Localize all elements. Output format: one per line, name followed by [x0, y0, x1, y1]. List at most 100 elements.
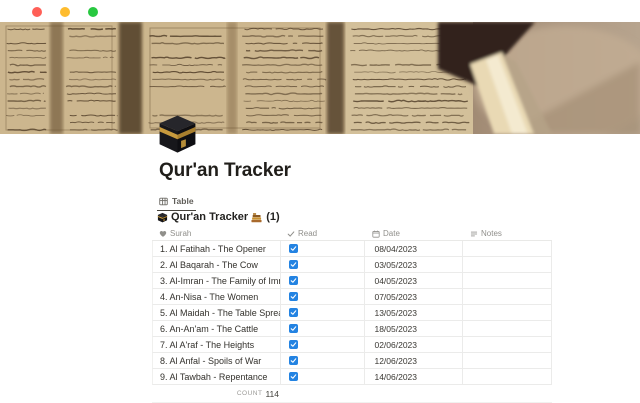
notes-cell[interactable] — [463, 305, 552, 320]
surah-cell[interactable]: 6. An-An'am - The Cattle — [153, 321, 281, 336]
read-checkbox-checked[interactable] — [289, 260, 298, 269]
notes-cell[interactable] — [463, 241, 552, 256]
date-cell[interactable]: 13/05/2023 — [365, 305, 463, 320]
zoom-window-button[interactable] — [88, 7, 98, 17]
date-cell[interactable]: 14/06/2023 — [365, 369, 463, 384]
notes-cell[interactable] — [463, 289, 552, 304]
close-window-button[interactable] — [32, 7, 42, 17]
date-text: 08/04/2023 — [374, 244, 417, 254]
database-count: (1) — [266, 211, 279, 223]
column-header-notes[interactable]: Notes — [463, 229, 552, 238]
date-text: 04/05/2023 — [374, 276, 417, 286]
surah-text: 7. Al A'raf - The Heights — [160, 340, 254, 350]
notes-cell[interactable] — [463, 257, 552, 272]
read-cell[interactable] — [281, 337, 366, 352]
surah-cell[interactable]: 9. Al Tawbah - Repentance — [153, 369, 281, 384]
table-row: 5. Al Maidah - The Table Spread 13/05/20… — [152, 305, 552, 321]
surah-text: 9. Al Tawbah - Repentance — [160, 372, 267, 382]
surah-cell[interactable]: 7. Al A'raf - The Heights — [153, 337, 281, 352]
checkmark-icon — [290, 373, 297, 380]
surah-cell[interactable]: 1. Al Fatihah - The Opener — [153, 241, 281, 256]
read-checkbox-checked[interactable] — [289, 244, 298, 253]
books-icon — [251, 212, 262, 223]
surah-cell[interactable]: 2. Al Baqarah - The Cow — [153, 257, 281, 272]
table-row: 4. An-Nisa - The Women 07/05/2023 — [152, 289, 552, 305]
table-row: 3. Al-Imran - The Family of Imran 04/05/… — [152, 273, 552, 289]
tab-table-label: Table — [172, 196, 194, 206]
date-cell[interactable]: 08/04/2023 — [365, 241, 463, 256]
column-header-surah[interactable]: Surah — [152, 229, 280, 238]
notes-cell[interactable] — [463, 321, 552, 336]
read-cell[interactable] — [281, 289, 366, 304]
read-cell[interactable] — [281, 257, 366, 272]
surah-text: 6. An-An'am - The Cattle — [160, 324, 258, 334]
table-row: 9. Al Tawbah - Repentance 14/06/2023 — [152, 369, 552, 385]
surah-cell[interactable]: 4. An-Nisa - The Women — [153, 289, 281, 304]
database-header: Qur'an Tracker (1) — [157, 211, 280, 223]
date-cell[interactable]: 12/06/2023 — [365, 353, 463, 368]
notes-cell[interactable] — [463, 369, 552, 384]
notes-icon — [470, 230, 478, 238]
read-checkbox-checked[interactable] — [289, 372, 298, 381]
date-text: 14/06/2023 — [374, 372, 417, 382]
table-grid-icon — [159, 197, 168, 206]
page-cover-image[interactable] — [0, 22, 640, 134]
page-icon[interactable] — [156, 112, 199, 155]
date-text: 07/05/2023 — [374, 292, 417, 302]
surah-cell[interactable]: 8. Al Anfal - Spoils of War — [153, 353, 281, 368]
column-label: Read — [298, 229, 317, 238]
table-row: 1. Al Fatihah - The Opener 08/04/2023 — [152, 241, 552, 257]
notes-cell[interactable] — [463, 337, 552, 352]
surah-text: 3. Al-Imran - The Family of Imran — [160, 276, 281, 286]
table-footer: COUNT 114 — [152, 385, 552, 403]
date-cell[interactable]: 18/05/2023 — [365, 321, 463, 336]
surah-cell[interactable]: 3. Al-Imran - The Family of Imran — [153, 273, 281, 288]
tab-table[interactable]: Table — [157, 194, 196, 211]
table-row: 8. Al Anfal - Spoils of War 12/06/2023 — [152, 353, 552, 369]
checkmark-icon — [290, 245, 297, 252]
database-title[interactable]: Qur'an Tracker — [171, 211, 248, 223]
count-calculation[interactable]: COUNT 114 — [152, 385, 280, 402]
surah-text: 1. Al Fatihah - The Opener — [160, 244, 266, 254]
column-label: Notes — [481, 229, 502, 238]
date-cell[interactable]: 02/06/2023 — [365, 337, 463, 352]
count-label: COUNT — [237, 390, 263, 397]
surah-text: 5. Al Maidah - The Table Spread — [160, 308, 281, 318]
checkmark-icon — [290, 309, 297, 316]
read-cell[interactable] — [281, 369, 366, 384]
read-cell[interactable] — [281, 241, 366, 256]
checkmark-icon — [290, 341, 297, 348]
read-checkbox-checked[interactable] — [289, 356, 298, 365]
read-cell[interactable] — [281, 321, 366, 336]
notes-cell[interactable] — [463, 273, 552, 288]
date-cell[interactable]: 07/05/2023 — [365, 289, 463, 304]
read-checkbox-checked[interactable] — [289, 340, 298, 349]
checkmark-icon — [290, 277, 297, 284]
read-cell[interactable] — [281, 305, 366, 320]
view-tab-bar: Table — [157, 194, 196, 211]
notes-cell[interactable] — [463, 353, 552, 368]
column-header-read[interactable]: Read — [280, 229, 365, 238]
checkmark-icon — [290, 293, 297, 300]
read-checkbox-checked[interactable] — [289, 308, 298, 317]
kaaba-icon — [156, 112, 199, 155]
read-checkbox-checked[interactable] — [289, 292, 298, 301]
date-cell[interactable]: 04/05/2023 — [365, 273, 463, 288]
checkmark-icon — [290, 325, 297, 332]
surah-cell[interactable]: 5. Al Maidah - The Table Spread — [153, 305, 281, 320]
minimize-window-button[interactable] — [60, 7, 70, 17]
date-text: 02/06/2023 — [374, 340, 417, 350]
surah-text: 2. Al Baqarah - The Cow — [160, 260, 258, 270]
surah-text: 8. Al Anfal - Spoils of War — [160, 356, 261, 366]
read-checkbox-checked[interactable] — [289, 276, 298, 285]
table-rows: 1. Al Fatihah - The Opener 08/04/2023 2.… — [152, 241, 552, 385]
kaaba-icon — [157, 212, 168, 223]
checkmark-icon — [290, 357, 297, 364]
read-cell[interactable] — [281, 353, 366, 368]
surah-table: Surah Read Date Notes 1. Al Fatihah - Th… — [152, 227, 552, 403]
date-cell[interactable]: 03/05/2023 — [365, 257, 463, 272]
read-cell[interactable] — [281, 273, 366, 288]
column-header-date[interactable]: Date — [365, 229, 463, 238]
heart-icon — [159, 230, 167, 238]
read-checkbox-checked[interactable] — [289, 324, 298, 333]
